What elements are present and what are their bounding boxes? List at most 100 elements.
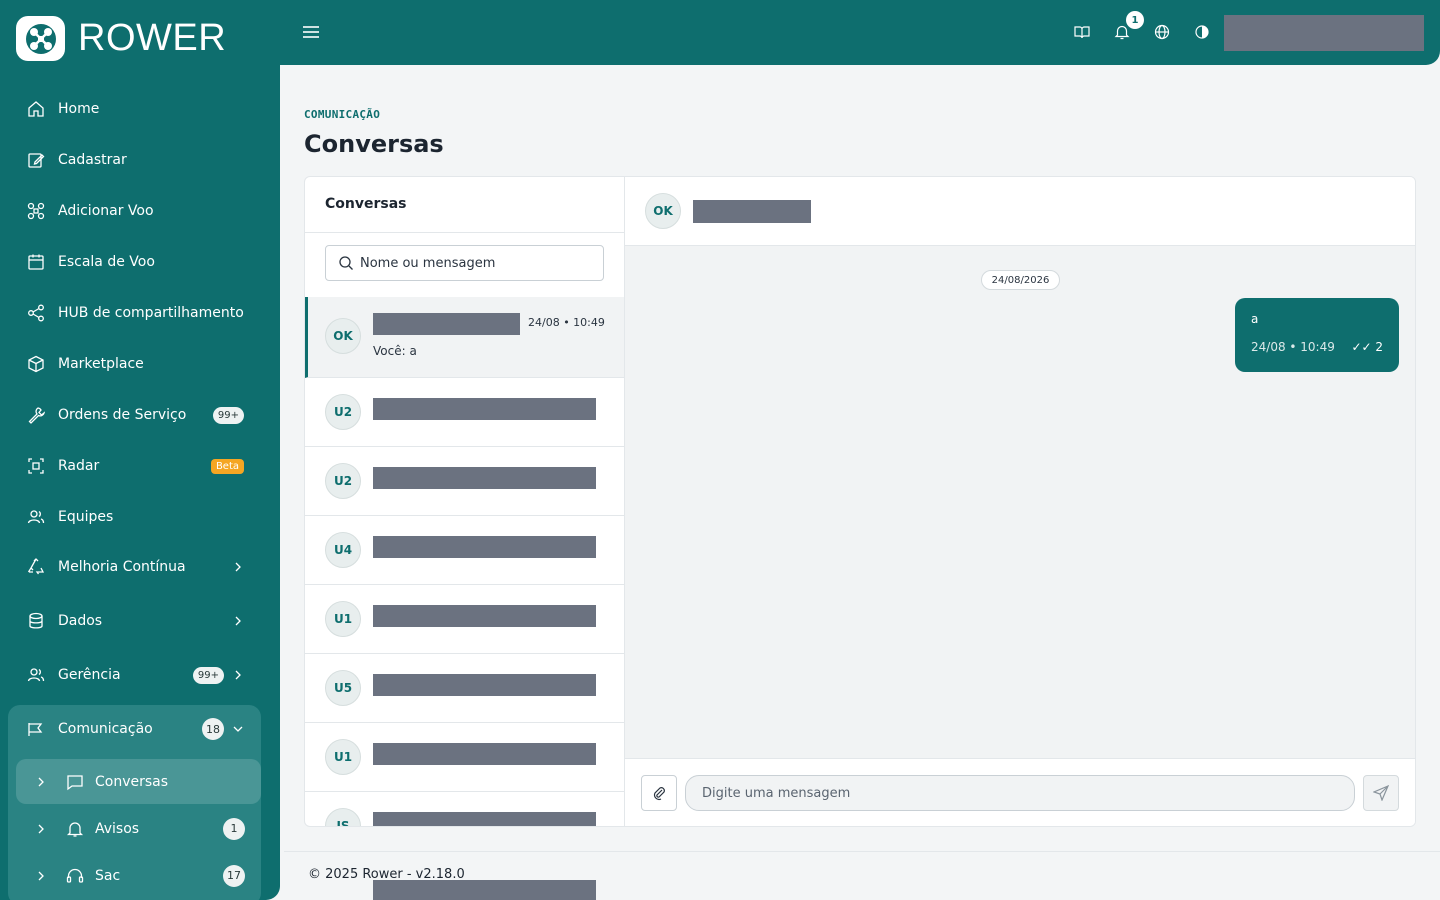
redacted-name (373, 812, 596, 826)
conversation-item[interactable]: U2 (305, 378, 624, 447)
sidebar-item-cadastrar[interactable]: Cadastrar (16, 140, 264, 180)
count-badge: 99+ (192, 666, 224, 684)
message-time: 24/08 • 10:49 (1251, 340, 1335, 354)
send-button[interactable] (1363, 775, 1399, 811)
sidebar: ROWER Home Cadastrar Adicionar Voo Escal… (0, 0, 280, 900)
sidebar-item-label: Cadastrar (58, 152, 127, 168)
sidebar-item-label: Ordens de Serviço (58, 407, 187, 423)
sidebar-item-label: HUB de compartilhamento (58, 305, 244, 321)
redacted-name (373, 467, 596, 489)
recycle-icon (26, 557, 46, 577)
avatar: OK (325, 318, 361, 354)
sidebar-item-radar[interactable]: Radar Beta (16, 446, 264, 486)
avatar: OK (645, 193, 681, 229)
avatar: U4 (325, 532, 361, 568)
sidebar-item-label: Radar (58, 458, 100, 474)
redacted-name (373, 398, 596, 420)
attach-button[interactable] (641, 775, 677, 811)
sidebar-item-label: Sac (95, 867, 121, 884)
box-icon (26, 354, 46, 374)
radar-icon (26, 456, 46, 476)
user-menu-redacted[interactable] (1224, 15, 1424, 51)
message-input[interactable]: Digite uma mensagem (685, 775, 1355, 811)
breadcrumb: COMUNICAÇÃO (304, 108, 381, 121)
conversation-item[interactable]: U2 (305, 447, 624, 516)
drone-icon (26, 201, 46, 221)
avatar: JS (325, 808, 361, 826)
paperclip-icon (653, 787, 665, 801)
sidebar-item-hub[interactable]: HUB de compartilhamento (16, 293, 264, 333)
avatar: U1 (325, 601, 361, 637)
sidebar-item-dados[interactable]: Dados (16, 601, 264, 641)
chevron-right-icon (38, 871, 44, 880)
share-icon (26, 303, 46, 323)
sidebar-item-label: Avisos (95, 820, 140, 837)
beta-badge: Beta (210, 458, 244, 474)
sidebar-item-equipes[interactable]: Equipes (16, 497, 264, 537)
sidebar-item-melhoria-continua[interactable]: Melhoria Contínua (16, 547, 264, 587)
sidebar-subitem-avisos[interactable]: Avisos 1 (16, 806, 261, 851)
sidebar-item-gerencia[interactable]: Gerência 99+ (16, 655, 264, 695)
avatar: U1 (325, 739, 361, 775)
sidebar-item-escala-de-voo[interactable]: Escala de Voo (16, 242, 264, 282)
logo-text: ROWER (78, 17, 227, 59)
conversations-card: Conversas Nome ou mensagem OK 24/08 • 10… (304, 176, 1416, 827)
sidebar-subitem-sac[interactable]: Sac 17 (16, 853, 261, 898)
search-placeholder: Nome ou mensagem (360, 255, 496, 271)
avatar: U2 (325, 463, 361, 499)
theme-toggle-icon[interactable] (1192, 22, 1212, 42)
chat-icon (65, 772, 85, 792)
redacted-name (373, 743, 596, 765)
book-icon[interactable] (1072, 22, 1092, 42)
sidebar-item-marketplace[interactable]: Marketplace (16, 344, 264, 384)
redacted-name (373, 536, 596, 558)
conversation-time: 24/08 • 10:49 (528, 316, 605, 329)
conversation-preview: Você: a (373, 344, 417, 358)
home-icon (26, 99, 46, 119)
sidebar-item-adicionar-voo[interactable]: Adicionar Voo (16, 191, 264, 231)
avatar: U2 (325, 394, 361, 430)
chevron-right-icon (235, 616, 241, 626)
sidebar-item-label: Marketplace (58, 356, 144, 372)
search-input[interactable]: Nome ou mensagem (325, 245, 604, 281)
sidebar-item-comunicacao[interactable]: Comunicação 18 (16, 709, 264, 749)
send-icon (1373, 785, 1389, 801)
conversation-item[interactable]: JS (305, 792, 624, 826)
menu-toggle-icon[interactable] (302, 22, 320, 42)
redacted-name (373, 605, 596, 627)
bell-icon (65, 819, 85, 839)
conversation-item[interactable]: U1 (305, 585, 624, 654)
count-badge: 18 (202, 718, 224, 740)
sidebar-item-label: Escala de Voo (58, 254, 155, 270)
count-badge: 17 (223, 864, 245, 887)
sidebar-item-label: Home (58, 101, 100, 117)
conversation-list-title: Conversas (305, 177, 624, 233)
chat-header: OK (625, 177, 1415, 246)
sidebar-item-label: Dados (58, 613, 103, 629)
search-icon (339, 256, 353, 270)
chevron-right-icon (235, 670, 241, 680)
database-icon (26, 611, 46, 631)
chevron-down-icon (233, 726, 243, 732)
globe-icon[interactable] (1152, 22, 1172, 42)
conversation-item[interactable]: U1 (305, 723, 624, 792)
users-icon (26, 507, 46, 527)
conversation-item[interactable]: OK 24/08 • 10:49 Você: a (305, 297, 624, 378)
sidebar-item-ordens-de-servico[interactable]: Ordens de Serviço 99+ (16, 395, 264, 435)
logo[interactable]: ROWER (16, 16, 226, 61)
calendar-icon (26, 252, 46, 272)
chevron-right-icon (38, 777, 44, 786)
headset-icon (65, 866, 85, 886)
conversation-item[interactable]: U5 (305, 654, 624, 723)
chat-messages: 24/08/2026 a 24/08 • 10:49 ✓✓ 2 (625, 246, 1415, 758)
chat-pane: OK 24/08/2026 a 24/08 • 10:49 ✓✓ 2 Digit… (625, 177, 1415, 826)
date-divider: 24/08/2026 (981, 270, 1060, 290)
sidebar-item-label: Conversas (95, 773, 169, 790)
sidebar-item-home[interactable]: Home (16, 89, 264, 129)
edit-icon (26, 150, 46, 170)
sidebar-item-label: Comunicação (58, 721, 153, 737)
topbar: 1 (280, 0, 1440, 65)
sidebar-subitem-conversas[interactable]: Conversas (16, 759, 261, 804)
conversation-item[interactable]: U4 (305, 516, 624, 585)
conversation-list-pane: Conversas Nome ou mensagem OK 24/08 • 10… (305, 177, 625, 826)
